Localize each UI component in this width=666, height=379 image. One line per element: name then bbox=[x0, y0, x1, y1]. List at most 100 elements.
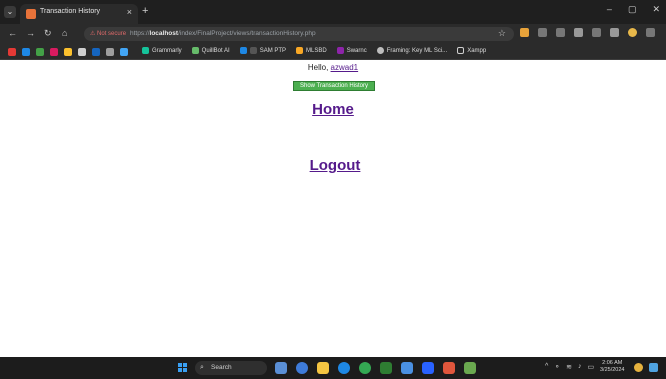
tab-search-icon[interactable]: ⌄ bbox=[4, 6, 16, 18]
bookmark-sam-ptp[interactable]: SAM PTP bbox=[239, 47, 287, 54]
tab-close-icon[interactable]: × bbox=[127, 7, 132, 17]
chrome-icon[interactable] bbox=[359, 362, 371, 374]
profile-avatar-icon[interactable] bbox=[628, 28, 637, 37]
gmail-icon[interactable] bbox=[50, 48, 58, 56]
wifi-icon[interactable]: ≋ bbox=[566, 363, 572, 371]
search-icon: ⌕ bbox=[200, 364, 204, 371]
maximize-button[interactable]: ▢ bbox=[628, 4, 637, 15]
home-icon[interactable]: ⌂ bbox=[62, 28, 67, 38]
close-window-button[interactable]: ✕ bbox=[652, 4, 660, 15]
minimize-button[interactable]: – bbox=[607, 4, 612, 15]
search-label: Search bbox=[211, 364, 232, 371]
new-tab-button[interactable]: + bbox=[142, 5, 148, 17]
bookmark-grammarly[interactable]: Grammarly bbox=[142, 47, 182, 54]
url-text: https://localhost/index/FinalProject/vie… bbox=[130, 30, 316, 37]
app-icon[interactable] bbox=[275, 362, 287, 374]
bookmark-label: SAM PTP bbox=[259, 47, 287, 54]
chevron-up-icon[interactable]: ^ bbox=[545, 363, 548, 371]
network-icon[interactable]: ⚬ bbox=[554, 363, 560, 371]
app-icon[interactable] bbox=[443, 362, 455, 374]
logout-link-row: Logout bbox=[0, 157, 666, 174]
bookmark-icon[interactable] bbox=[36, 48, 44, 56]
browser-tab-strip: ⌄ Transaction History × + – ▢ ✕ bbox=[0, 0, 666, 24]
system-tray: ^ ⚬ ≋ ♪ ▭ bbox=[545, 363, 594, 371]
cloud-icon[interactable] bbox=[120, 48, 128, 56]
play-icon bbox=[336, 47, 344, 54]
extension-icons bbox=[520, 28, 655, 37]
copilot-icon[interactable] bbox=[296, 362, 308, 374]
reload-icon[interactable]: ↻ bbox=[44, 28, 52, 39]
greeting: Hello, azwad1 bbox=[0, 63, 666, 72]
edge-icon[interactable] bbox=[338, 362, 350, 374]
back-icon[interactable]: ← bbox=[8, 28, 17, 38]
bookmark-label: Swarnc bbox=[346, 47, 367, 54]
folder-icon bbox=[249, 47, 257, 54]
download-icon[interactable] bbox=[592, 28, 601, 37]
battery-icon[interactable]: ▭ bbox=[588, 363, 595, 371]
globe-icon bbox=[376, 47, 384, 54]
windows-start-icon[interactable] bbox=[178, 363, 188, 373]
bookmark-label: Xampp bbox=[467, 47, 487, 54]
address-bar[interactable]: ⚠ Not secure https://localhost/index/Fin… bbox=[84, 27, 514, 41]
folder-icon bbox=[457, 47, 465, 54]
bookmark-quillbot[interactable]: QuillBot AI bbox=[191, 47, 230, 54]
show-transaction-history-button[interactable]: Show Transaction History bbox=[293, 81, 375, 91]
bookmark-icon[interactable] bbox=[106, 48, 114, 56]
weather-icon[interactable] bbox=[649, 363, 658, 372]
bookmark-label: Grammarly bbox=[152, 47, 182, 54]
bookmark-icon[interactable] bbox=[92, 48, 100, 56]
bookmark-icon[interactable] bbox=[64, 48, 72, 56]
tray-end bbox=[634, 363, 658, 372]
extension-icon[interactable] bbox=[556, 28, 565, 37]
forward-icon[interactable]: → bbox=[26, 28, 35, 38]
vscode-icon[interactable] bbox=[401, 362, 413, 374]
tab-title: Transaction History bbox=[40, 8, 101, 15]
app-icon[interactable] bbox=[464, 362, 476, 374]
extension-icon[interactable] bbox=[538, 28, 547, 37]
tab-transaction-history[interactable]: Transaction History × bbox=[20, 4, 138, 24]
bookmark-mlsbd[interactable]: MLSBD bbox=[296, 47, 327, 54]
sidebar-icon[interactable] bbox=[610, 28, 619, 37]
file-explorer-icon[interactable] bbox=[317, 362, 329, 374]
bookmark-icon[interactable] bbox=[22, 48, 30, 56]
bookmark-label: QuillBot AI bbox=[201, 47, 230, 54]
url-prefix: https:// bbox=[130, 30, 150, 37]
bookmark-star-icon[interactable]: ☆ bbox=[498, 28, 506, 39]
menu-kebab-icon[interactable] bbox=[646, 28, 655, 37]
bookmark-icon-group bbox=[8, 48, 128, 56]
app-icon[interactable] bbox=[422, 362, 434, 374]
not-secure-badge[interactable]: ⚠ Not secure bbox=[90, 30, 126, 37]
app-icon[interactable] bbox=[380, 362, 392, 374]
taskbar-search[interactable]: ⌕ Search bbox=[195, 361, 267, 375]
clock-date: 3/25/2024 bbox=[600, 367, 625, 373]
bookmark-swarnc[interactable]: Swarnc bbox=[336, 47, 367, 54]
not-secure-label: Not secure bbox=[97, 31, 127, 37]
bookmark-icon bbox=[239, 47, 247, 54]
bookmark-icon[interactable] bbox=[8, 48, 16, 56]
home-link[interactable]: Home bbox=[312, 101, 354, 118]
github-icon[interactable] bbox=[78, 48, 86, 56]
bookmark-xampp[interactable]: Xampp bbox=[457, 47, 486, 54]
taskbar-clock[interactable]: 2:06 AM 3/25/2024 bbox=[600, 360, 624, 374]
logout-link[interactable]: Logout bbox=[310, 157, 361, 174]
bookmark-list: Grammarly QuillBot AI SAM PTP MLSBD Swar… bbox=[142, 47, 486, 54]
grammarly-icon bbox=[142, 47, 149, 54]
bookmark-label: Framing: Key ML Sci... bbox=[386, 47, 448, 54]
page-content: Hello, azwad1 Show Transaction History H… bbox=[0, 61, 666, 357]
taskbar-apps bbox=[275, 362, 476, 374]
greeting-text: Hello, bbox=[307, 63, 331, 72]
home-link-row: Home bbox=[0, 101, 666, 118]
url-path: /index/FinalProject/views/transactionHis… bbox=[178, 30, 316, 37]
username-link[interactable]: azwad1 bbox=[331, 63, 359, 72]
window-controls: – ▢ ✕ bbox=[607, 4, 660, 15]
notification-icon[interactable] bbox=[634, 363, 643, 372]
url-host: localhost bbox=[149, 30, 179, 37]
extension-icon[interactable] bbox=[520, 28, 529, 37]
bookmark-label: MLSBD bbox=[306, 47, 327, 54]
bookmarks-bar: Grammarly QuillBot AI SAM PTP MLSBD Swar… bbox=[0, 44, 666, 60]
clock-time: 2:06 AM bbox=[602, 360, 623, 366]
bookmark-framing[interactable]: Framing: Key ML Sci... bbox=[376, 47, 448, 54]
extensions-puzzle-icon[interactable] bbox=[574, 28, 583, 37]
windows-taskbar: ⌕ Search ^ ⚬ ≋ ♪ ▭ 2:06 AM 3/25/2024 bbox=[0, 357, 666, 379]
volume-icon[interactable]: ♪ bbox=[578, 363, 582, 371]
